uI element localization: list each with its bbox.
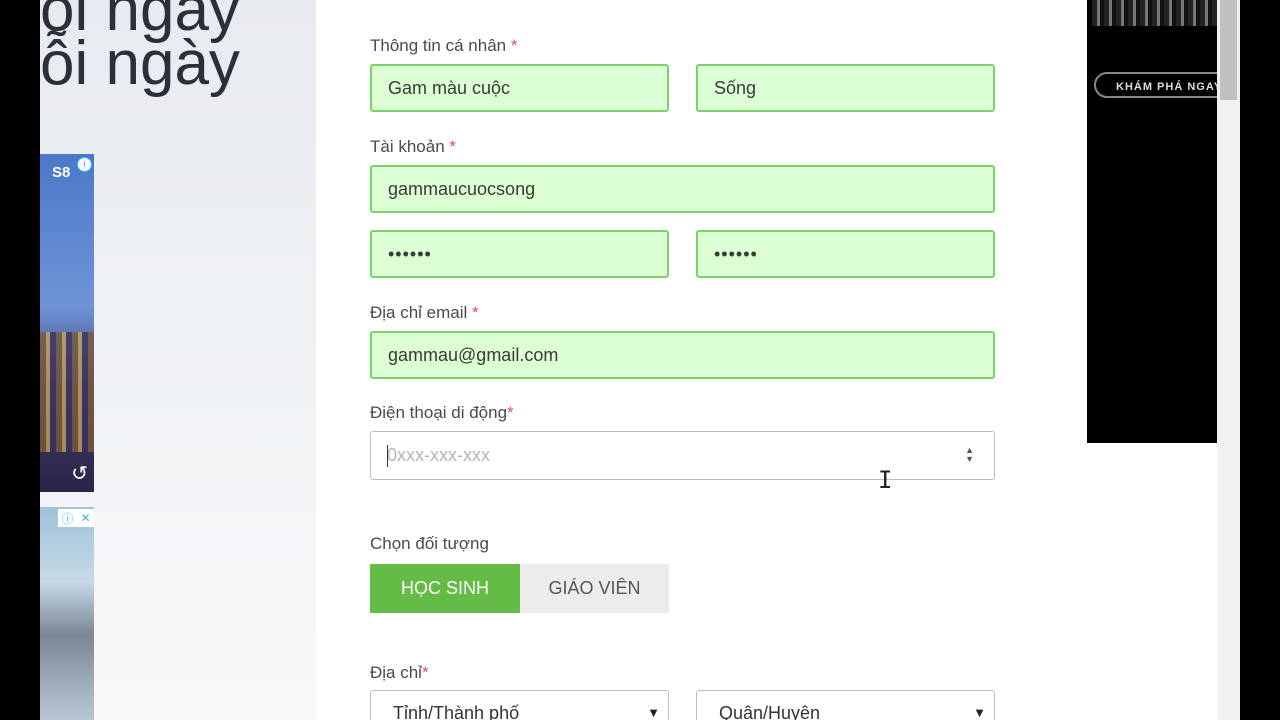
spinner-icon[interactable]: ▲ ▼: [965, 446, 974, 464]
phone-placeholder: 0xxx-xxx-xxx: [387, 445, 490, 465]
role-option-student[interactable]: HỌC SINH: [370, 564, 520, 613]
role-option-teacher[interactable]: GIÁO VIÊN: [520, 564, 669, 613]
text-cursor-icon: I: [878, 466, 893, 494]
phone-input[interactable]: 0xxx-xxx-xxx ▲ ▼: [370, 431, 995, 480]
email-label: Địa chỉ email *: [370, 303, 479, 322]
chevron-down-icon: ▼: [647, 705, 660, 720]
registration-form: Thông tin cá nhân * Gam màu cuộc Sống Tà…: [316, 0, 1050, 720]
scrollbar-thumb[interactable]: [1220, 0, 1237, 100]
required-marker: *: [421, 663, 429, 682]
banner-text-line2: ỗi ngày: [40, 29, 240, 98]
province-select-value: Tỉnh/Thành phố: [393, 703, 520, 720]
required-marker: *: [510, 36, 518, 55]
account-label: Tài khoản *: [370, 137, 457, 156]
district-select[interactable]: Quận/Huyện ▼: [696, 690, 995, 720]
vertical-scrollbar[interactable]: [1217, 0, 1240, 720]
first-name-input[interactable]: Gam màu cuộc: [370, 64, 669, 112]
role-toggle: HỌC SINH GIÁO VIÊN: [370, 564, 669, 613]
district-select-value: Quận/Huyện: [719, 703, 821, 720]
ad-left-top[interactable]: S8 i ↺: [40, 154, 94, 492]
ad-city-image: [40, 332, 94, 452]
province-select[interactable]: Tỉnh/Thành phố ▼: [370, 690, 669, 720]
password-confirm-input[interactable]: ••••••: [696, 230, 995, 278]
ad-left-bottom[interactable]: ⓘ ✕: [40, 507, 94, 720]
required-marker: *: [472, 303, 479, 322]
email-input[interactable]: gammau@gmail.com: [370, 331, 995, 379]
info-icon[interactable]: i: [77, 157, 92, 172]
ad-right[interactable]: KHÁM PHÁ NGAY: [1087, 0, 1234, 443]
chevron-down-icon: ▼: [973, 705, 986, 720]
refresh-icon[interactable]: ↺: [71, 461, 88, 486]
explore-now-button[interactable]: KHÁM PHÁ NGAY: [1094, 72, 1234, 98]
phone-label: Điện thoại di động*: [370, 403, 514, 422]
ad-brand-text: S8: [52, 164, 71, 181]
personal-info-label: Thông tin cá nhân *: [370, 36, 518, 55]
required-marker: *: [449, 137, 457, 156]
role-label: Chọn đối tượng: [370, 534, 489, 553]
required-marker: *: [507, 403, 514, 422]
username-input[interactable]: gammaucuocsong: [370, 165, 995, 213]
ad-photo: [1092, 0, 1217, 26]
close-icon[interactable]: ✕: [80, 511, 90, 525]
text-caret: [387, 445, 388, 467]
last-name-input[interactable]: Sống: [696, 64, 995, 112]
address-label: Địa chỉ*: [370, 663, 429, 682]
info-icon[interactable]: ⓘ: [61, 510, 73, 527]
left-banner: ỗi ngày ỗi ngày S8 i ↺ ⓘ ✕: [40, 0, 316, 720]
page: ỗi ngày ỗi ngày S8 i ↺ ⓘ ✕ Thông tin cá …: [40, 0, 1240, 720]
ad-controls: ⓘ ✕: [58, 509, 94, 527]
password-input[interactable]: ••••••: [370, 230, 669, 278]
